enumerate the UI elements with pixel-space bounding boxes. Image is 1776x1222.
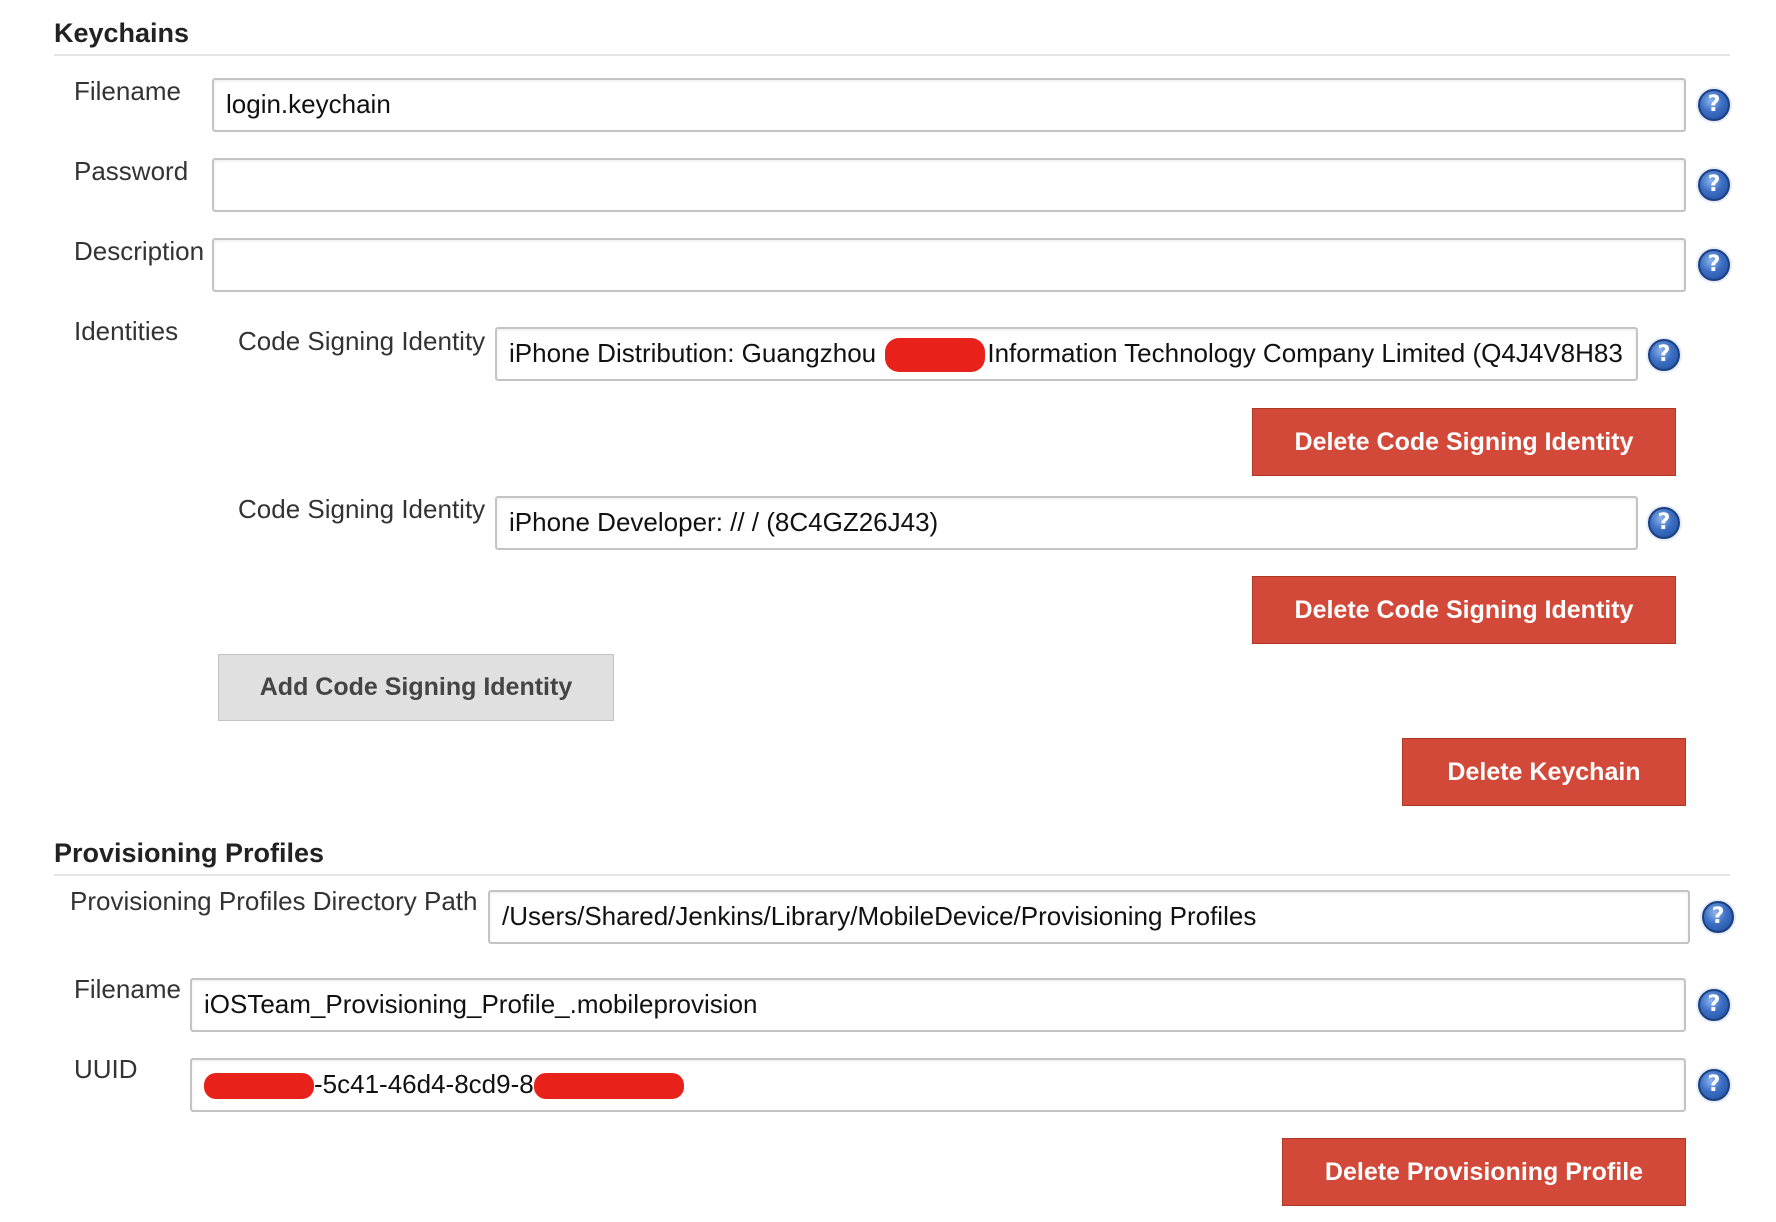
keychain-password-input[interactable] bbox=[212, 158, 1686, 212]
keychains-section-title: Keychains bbox=[54, 18, 190, 48]
identities-label: Identities bbox=[74, 316, 179, 346]
keychain-filename-label: Filename bbox=[74, 76, 181, 106]
keychain-filename-input[interactable]: login.keychain bbox=[212, 78, 1686, 132]
keychain-password-label: Password bbox=[74, 156, 189, 186]
help-icon[interactable]: ? bbox=[1648, 507, 1680, 539]
keychain-description-label: Description bbox=[74, 236, 205, 266]
keychains-divider bbox=[54, 54, 1730, 56]
provisioning-divider bbox=[54, 874, 1730, 876]
identity-value-prefix: iPhone Distribution: Guangzhou bbox=[509, 338, 884, 368]
provisioning-uuid-input[interactable]: -5c41-46d4-8cd9-8 bbox=[190, 1058, 1686, 1112]
delete-keychain-button[interactable]: Delete Keychain bbox=[1402, 738, 1686, 806]
code-signing-identity-input[interactable]: iPhone Distribution: Guangzhou Informati… bbox=[495, 327, 1638, 381]
add-code-signing-identity-button[interactable]: Add Code Signing Identity bbox=[218, 654, 614, 721]
keychain-description-input[interactable] bbox=[212, 238, 1686, 292]
delete-code-signing-identity-button[interactable]: Delete Code Signing Identity bbox=[1252, 576, 1676, 644]
provisioning-section-title: Provisioning Profiles bbox=[54, 838, 325, 868]
redaction-mark bbox=[885, 338, 986, 373]
help-icon[interactable]: ? bbox=[1698, 1069, 1730, 1101]
help-icon[interactable]: ? bbox=[1698, 89, 1730, 121]
help-icon[interactable]: ? bbox=[1648, 339, 1680, 371]
code-signing-identity-label: Code Signing Identity bbox=[238, 494, 486, 524]
provisioning-dir-label: Provisioning Profiles Directory Path bbox=[70, 886, 478, 916]
redaction-mark bbox=[533, 1073, 684, 1100]
code-signing-identity-input[interactable]: iPhone Developer: // / (8C4GZ26J43) bbox=[495, 496, 1638, 550]
redaction-mark bbox=[204, 1073, 314, 1100]
provisioning-dir-input[interactable]: /Users/Shared/Jenkins/Library/MobileDevi… bbox=[488, 890, 1690, 944]
help-icon[interactable]: ? bbox=[1698, 989, 1730, 1021]
help-icon[interactable]: ? bbox=[1702, 901, 1734, 933]
help-icon[interactable]: ? bbox=[1698, 169, 1730, 201]
provisioning-uuid-label: UUID bbox=[74, 1054, 138, 1084]
delete-provisioning-profile-button[interactable]: Delete Provisioning Profile bbox=[1282, 1138, 1686, 1206]
code-signing-identity-label: Code Signing Identity bbox=[238, 326, 486, 356]
uuid-visible-part: -5c41-46d4-8cd9-8 bbox=[314, 1069, 534, 1099]
provisioning-filename-input[interactable]: iOSTeam_Provisioning_Profile_.mobileprov… bbox=[190, 978, 1686, 1032]
help-icon[interactable]: ? bbox=[1698, 249, 1730, 281]
delete-code-signing-identity-button[interactable]: Delete Code Signing Identity bbox=[1252, 408, 1676, 476]
identity-value-suffix: Information Technology Company Limited (… bbox=[987, 338, 1623, 368]
provisioning-filename-label: Filename bbox=[74, 974, 181, 1004]
